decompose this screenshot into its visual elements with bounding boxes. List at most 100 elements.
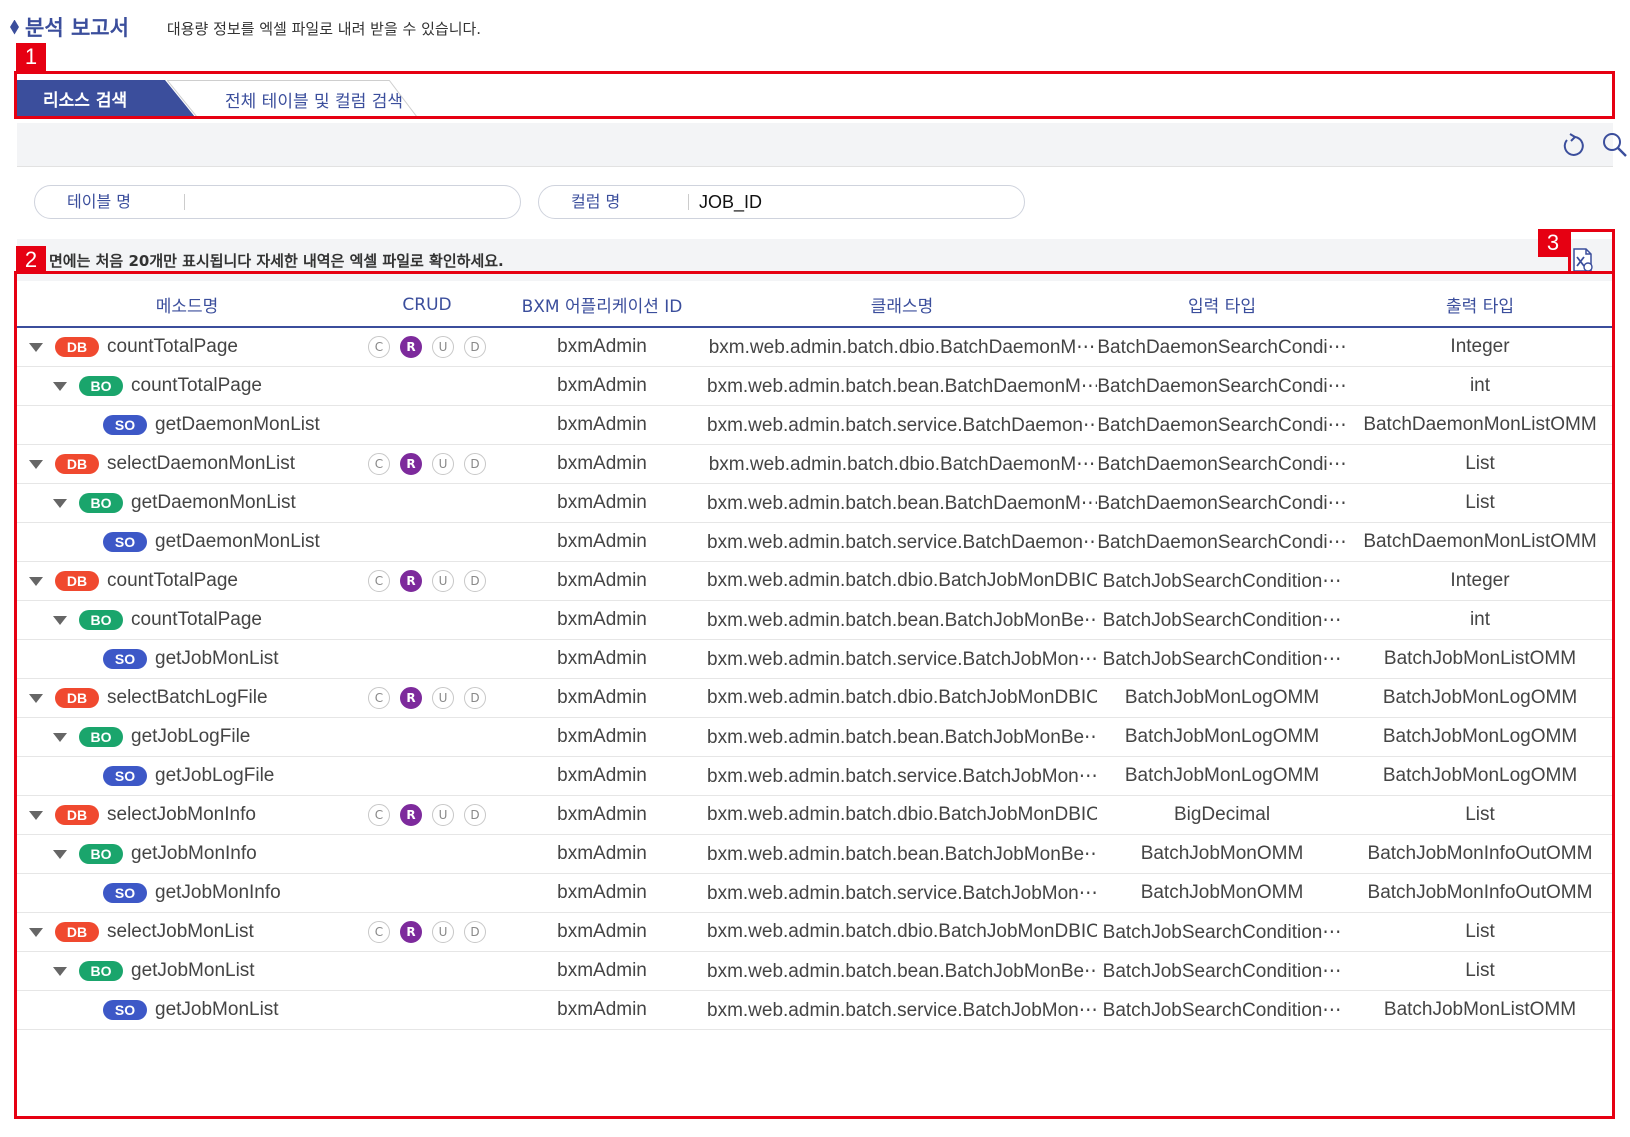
method-name: selectJobMonInfo [107,804,256,825]
callout-badge-1: 1 [16,43,46,71]
class-name-cell: bxm.web.admin.batch.bean.BatchJobMonBe⋯ [707,609,1097,631]
expand-caret-icon[interactable] [29,342,43,352]
page-title: 분석 보고서 [10,12,129,42]
column-header-method[interactable]: 메소드명 [17,292,357,317]
column-header-output-type[interactable]: 출력 타입 [1347,292,1613,317]
output-type-cell: int [1469,609,1491,630]
crud-badge-c: C [368,570,390,592]
expand-caret-icon[interactable] [29,576,43,586]
toolbar [17,123,1627,167]
page-description: 대용량 정보를 엑셀 파일로 내려 받을 수 있습니다. [166,19,482,38]
output-type-cell: Integer [1450,336,1510,357]
tab-resource-search[interactable]: 리소스 검색 [17,80,195,117]
expand-caret-icon[interactable] [53,849,67,859]
method-cell: BO getJobMonInfo [17,843,357,865]
table-row[interactable]: DB countTotalPage C R U DbxmAdmin bxm.web.admi… [17,562,1613,601]
output-type-cell: List [1465,921,1495,942]
table-name-input[interactable] [185,187,520,217]
table-row[interactable]: DB selectJobMonInfo C R U DbxmAdmin bxm.web.ad… [17,796,1613,835]
method-cell: SO getDaemonMonList [17,531,357,553]
method-cell: BO getJobMonList [17,960,357,982]
column-header-class[interactable]: 클래스명 [707,292,1097,317]
method-name: selectDaemonMonList [107,453,295,474]
crud-badge-d: D [464,804,486,826]
method-cell: SO getJobMonList [17,648,357,670]
table-header: 메소드명 CRUD BXM 어플리케이션 ID 클래스명 입력 타입 출력 타입 [17,283,1613,328]
app-id-cell: bxmAdmin [557,804,647,825]
expand-caret-icon[interactable] [53,966,67,976]
method-name: getJobLogFile [131,726,251,747]
table-row[interactable]: SO getJobMonInfo bxmAdmin bxm.web.admin.bat… [17,874,1613,913]
output-type-cell: BatchDaemonMonListOMM [1363,531,1597,552]
method-name: getDaemonMonList [155,414,320,435]
table-row[interactable]: BO countTotalPage bxmAdmin bxm.web.admin.ba… [17,367,1613,406]
column-name-field: 컬럼 명 [538,185,1025,219]
column-header-input-type[interactable]: 입력 타입 [1097,292,1347,317]
expand-caret-icon[interactable] [29,459,43,469]
table-row[interactable]: DB selectBatchLogFile C R U DbxmAdmin bxm.web.… [17,679,1613,718]
expand-caret-icon[interactable] [53,381,67,391]
method-cell: BO getDaemonMonList [17,492,357,514]
search-icon[interactable] [1601,131,1629,159]
layer-tag: DB [55,337,99,357]
refresh-icon[interactable] [1559,131,1587,159]
app-id-cell: bxmAdmin [557,960,647,981]
table-row[interactable]: SO getJobMonList bxmAdmin bxm.web.admin.bat… [17,991,1613,1030]
expand-caret-icon[interactable] [53,615,67,625]
column-header-crud[interactable]: CRUD [357,295,497,315]
class-name-cell: bxm.web.admin.batch.dbio.BatchJobMonDBIO [707,687,1097,708]
table-row[interactable]: BO getJobLogFile bxmAdmin bxm.web.admin.bat… [17,718,1613,757]
expand-caret-icon[interactable] [29,810,43,820]
tab-bar: 전체 테이블 및 컬럼 검색 리소스 검색 [17,78,1613,118]
method-name: getJobMonInfo [155,882,281,903]
crud-badge-u: U [432,921,454,943]
layer-tag: BO [79,961,123,981]
tab-all-tables-columns[interactable]: 전체 테이블 및 컬럼 검색 [167,80,417,117]
app-id-cell: bxmAdmin [557,843,647,864]
layer-tag: SO [103,1000,147,1020]
column-header-app-id[interactable]: BXM 어플리케이션 ID [497,292,707,317]
table-row[interactable]: DB selectDaemonMonList C R U DbxmAdmin bxm.web… [17,445,1613,484]
input-type-cell: BatchDaemonSearchCondi⋯ [1097,375,1347,397]
table-row[interactable]: SO getJobLogFile bxmAdmin bxm.web.admin.bat… [17,757,1613,796]
method-name: countTotalPage [107,336,238,357]
crud-badge-d: D [464,336,486,358]
input-type-cell: BatchJobSearchCondition⋯ [1102,921,1342,943]
column-name-input[interactable] [689,187,1024,217]
notice-bar: 면에는 처음 20개만 표시됩니다 자세한 내역은 엑셀 파일로 확인하세요. [17,239,1613,281]
method-name: countTotalPage [107,570,238,591]
app-id-cell: bxmAdmin [557,726,647,747]
crud-badge-c: C [368,453,390,475]
layer-tag: DB [55,805,99,825]
excel-download-icon[interactable] [1569,247,1595,273]
table-name-label: 테이블 명 [35,194,185,210]
table-row[interactable]: DB countTotalPage C R U DbxmAdmin bxm.web.admi… [17,328,1613,367]
table-row[interactable]: DB selectJobMonList C R U DbxmAdmin bxm.web.ad… [17,913,1613,952]
expand-caret-icon[interactable] [29,693,43,703]
input-type-cell: BatchJobMonLogOMM [1124,765,1320,786]
method-cell: SO getJobMonList [17,999,357,1021]
method-cell: BO countTotalPage [17,375,357,397]
crud-badge-r: R [400,570,422,592]
expand-caret-icon[interactable] [29,927,43,937]
class-name-cell: bxm.web.admin.batch.dbio.BatchDaemonM⋯ [708,453,1096,475]
table-row[interactable]: SO getJobMonList bxmAdmin bxm.web.admin.bat… [17,640,1613,679]
output-type-cell: BatchJobMonListOMM [1383,999,1577,1020]
table-row[interactable]: BO getJobMonList bxmAdmin bxm.web.admin.bat… [17,952,1613,991]
table-row[interactable]: SO getDaemonMonList bxmAdmin bxm.web.admin.… [17,406,1613,445]
result-table: 메소드명 CRUD BXM 어플리케이션 ID 클래스명 입력 타입 출력 타입… [17,283,1613,1030]
table-row[interactable]: SO getDaemonMonList bxmAdmin bxm.web.admin.… [17,523,1613,562]
table-row[interactable]: BO getJobMonInfo bxmAdmin bxm.web.admin.bat… [17,835,1613,874]
expand-caret-icon[interactable] [53,732,67,742]
method-name: getJobMonInfo [131,843,257,864]
table-row[interactable]: BO getDaemonMonList bxmAdmin bxm.web.admin.… [17,484,1613,523]
method-cell: DB countTotalPage [17,570,357,592]
layer-tag: DB [55,454,99,474]
layer-tag: BO [79,610,123,630]
expand-caret-icon[interactable] [53,498,67,508]
page-header: 분석 보고서 대용량 정보를 엑셀 파일로 내려 받을 수 있습니다. [10,10,481,44]
page-title-text: 분석 보고서 [25,16,129,40]
table-row[interactable]: BO countTotalPage bxmAdmin bxm.web.admin.ba… [17,601,1613,640]
output-type-cell: List [1465,492,1495,513]
crud-badge-u: U [432,804,454,826]
